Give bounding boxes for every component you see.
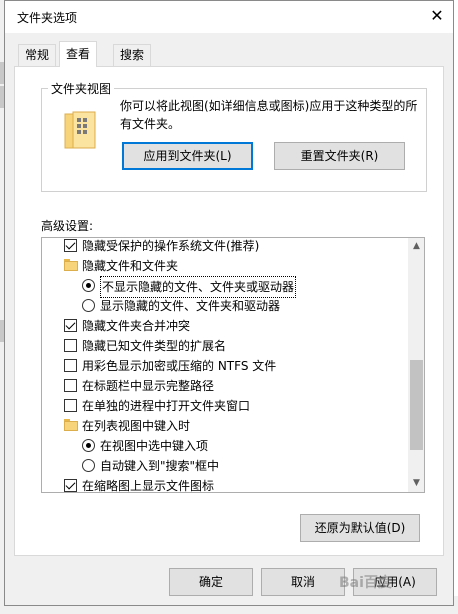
settings-option-row[interactable]: 在缩略图上显示文件图标 <box>42 476 406 493</box>
cancel-button[interactable]: 取消 <box>261 568 345 596</box>
folder-icon <box>64 419 78 431</box>
settings-option-row[interactable]: 在视图中选中键入项 <box>42 436 406 456</box>
radio-button[interactable] <box>82 299 95 312</box>
settings-option-label: 在列表视图中键入时 <box>82 419 191 433</box>
settings-option-row[interactable]: 自动键入到"搜索"框中 <box>42 456 406 476</box>
ok-button[interactable]: 确定 <box>169 568 253 596</box>
settings-option-label: 隐藏文件夹合并冲突 <box>82 319 191 333</box>
folder-options-dialog: 文件夹选项 ✕ 常规 查看 搜索 文件夹视图 你可以将此视图(如详细信息或图标)… <box>4 0 454 606</box>
apply-to-folders-button[interactable]: 应用到文件夹(L) <box>122 142 253 170</box>
checkbox[interactable] <box>64 239 77 252</box>
vertical-scrollbar[interactable]: ▲ ▼ <box>408 238 424 492</box>
radio-button[interactable] <box>82 459 95 472</box>
checkbox[interactable] <box>64 399 77 412</box>
settings-group-header: 在列表视图中键入时 <box>42 416 406 436</box>
close-icon[interactable]: ✕ <box>425 5 449 27</box>
settings-option-row[interactable]: 隐藏受保护的操作系统文件(推荐) <box>42 238 406 256</box>
scroll-down-icon[interactable]: ▼ <box>408 475 424 492</box>
tab-search[interactable]: 搜索 <box>113 44 152 66</box>
scroll-up-icon[interactable]: ▲ <box>408 238 424 255</box>
checkbox[interactable] <box>64 379 77 392</box>
scrollbar-thumb[interactable] <box>410 360 423 450</box>
checkbox[interactable] <box>64 479 77 492</box>
settings-option-row[interactable]: 不显示隐藏的文件、文件夹或驱动器 <box>42 276 406 298</box>
settings-option-row[interactable]: 隐藏已知文件类型的扩展名 <box>42 336 406 356</box>
advanced-settings-list[interactable]: 隐藏受保护的操作系统文件(推荐) 隐藏文件和文件夹不显示隐藏的文件、文件夹或驱动器… <box>41 237 425 493</box>
settings-option-label: 在标题栏中显示完整路径 <box>82 379 215 393</box>
settings-group-header: 隐藏文件和文件夹 <box>42 256 406 276</box>
folder-views-description: 你可以将此视图(如详细信息或图标)应用于这种类型的所有文件夹。 <box>120 99 418 131</box>
settings-option-label: 自动键入到"搜索"框中 <box>100 459 220 473</box>
radio-button[interactable] <box>82 439 95 452</box>
settings-option-label: 用彩色显示加密或压缩的 NTFS 文件 <box>82 359 277 373</box>
radio-button[interactable] <box>82 279 95 292</box>
checkbox[interactable] <box>64 339 77 352</box>
settings-option-label: 隐藏已知文件类型的扩展名 <box>82 339 227 353</box>
folder-icon <box>64 259 78 271</box>
watermark-logo: Bai百度 <box>339 575 392 591</box>
settings-option-row[interactable]: 在单独的进程中打开文件夹窗口 <box>42 396 406 416</box>
settings-option-label: 隐藏文件和文件夹 <box>82 259 179 273</box>
window-title: 文件夹选项 <box>17 11 78 25</box>
folder-views-icon <box>64 111 96 149</box>
settings-option-label: 显示隐藏的文件、文件夹和驱动器 <box>100 299 281 313</box>
settings-option-row[interactable]: 隐藏文件夹合并冲突 <box>42 316 406 336</box>
view-tab-panel: 文件夹视图 你可以将此视图(如详细信息或图标)应用于这种类型的所有文件夹。 应用… <box>14 66 444 556</box>
tab-general[interactable]: 常规 <box>18 44 57 66</box>
title-bar: 文件夹选项 ✕ <box>5 1 453 33</box>
settings-option-row[interactable]: 在标题栏中显示完整路径 <box>42 376 406 396</box>
tab-view[interactable]: 查看 <box>59 41 98 67</box>
settings-option-label: 在视图中选中键入项 <box>100 439 209 453</box>
settings-option-label: 隐藏受保护的操作系统文件(推荐) <box>82 239 260 253</box>
settings-option-label: 在缩略图上显示文件图标 <box>82 479 215 493</box>
checkbox[interactable] <box>64 319 77 332</box>
reset-folders-button[interactable]: 重置文件夹(R) <box>274 142 405 170</box>
settings-option-label: 在单独的进程中打开文件夹窗口 <box>82 399 251 413</box>
settings-option-label: 不显示隐藏的文件、文件夹或驱动器 <box>100 276 297 298</box>
checkbox[interactable] <box>64 359 77 372</box>
restore-defaults-button[interactable]: 还原为默认值(D) <box>300 514 420 542</box>
folder-views-legend: 文件夹视图 <box>48 80 115 97</box>
advanced-settings-label: 高级设置: <box>41 219 94 233</box>
settings-option-row[interactable]: 用彩色显示加密或压缩的 NTFS 文件 <box>42 356 406 376</box>
settings-option-row[interactable]: 显示隐藏的文件、文件夹和驱动器 <box>42 296 406 316</box>
